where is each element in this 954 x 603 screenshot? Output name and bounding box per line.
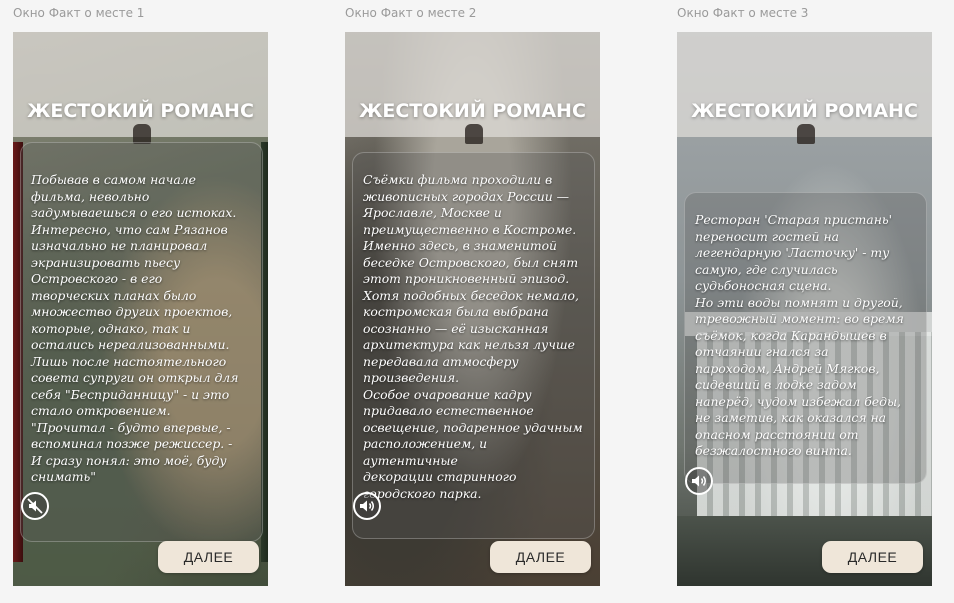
lamp-decoration <box>797 124 815 144</box>
card-title: ЖЕСТОКИЙ РОМАНС <box>27 100 254 122</box>
lamp-decoration <box>133 124 151 144</box>
next-button[interactable]: ДАЛЕЕ <box>822 541 923 573</box>
lamp-decoration <box>465 124 483 144</box>
sound-toggle-button[interactable] <box>353 492 381 520</box>
sound-on-icon <box>360 500 374 512</box>
card-title: ЖЕСТОКИЙ РОМАНС <box>691 100 918 122</box>
card-title: ЖЕСТОКИЙ РОМАНС <box>359 100 586 122</box>
frame-label-3: Окно Факт о месте 3 <box>677 6 809 20</box>
fact-text: Ресторан 'Старая пристань' переносит гос… <box>695 212 904 458</box>
frame-label-2: Окно Факт о месте 2 <box>345 6 477 20</box>
frame-label-1: Окно Факт о месте 1 <box>13 6 145 20</box>
sound-muted-icon <box>27 498 43 514</box>
sound-toggle-button[interactable] <box>685 467 713 495</box>
next-button[interactable]: ДАЛЕЕ <box>490 541 591 573</box>
fact-card-3: ЖЕСТОКИЙ РОМАНС Ресторан 'Старая пристан… <box>677 32 932 586</box>
sound-on-icon <box>692 475 706 487</box>
fact-card-2: ЖЕСТОКИЙ РОМАНС Съёмки фильма проходили … <box>345 32 600 586</box>
sound-toggle-button[interactable] <box>21 492 49 520</box>
fact-text: Побывав в самом начале фильма, невольно … <box>31 172 239 484</box>
next-button[interactable]: ДАЛЕЕ <box>158 541 259 573</box>
fact-card-1: ЖЕСТОКИЙ РОМАНС Побывав в самом начале ф… <box>13 32 268 586</box>
fact-text: Съёмки фильма проходили в живописных гор… <box>363 172 583 501</box>
